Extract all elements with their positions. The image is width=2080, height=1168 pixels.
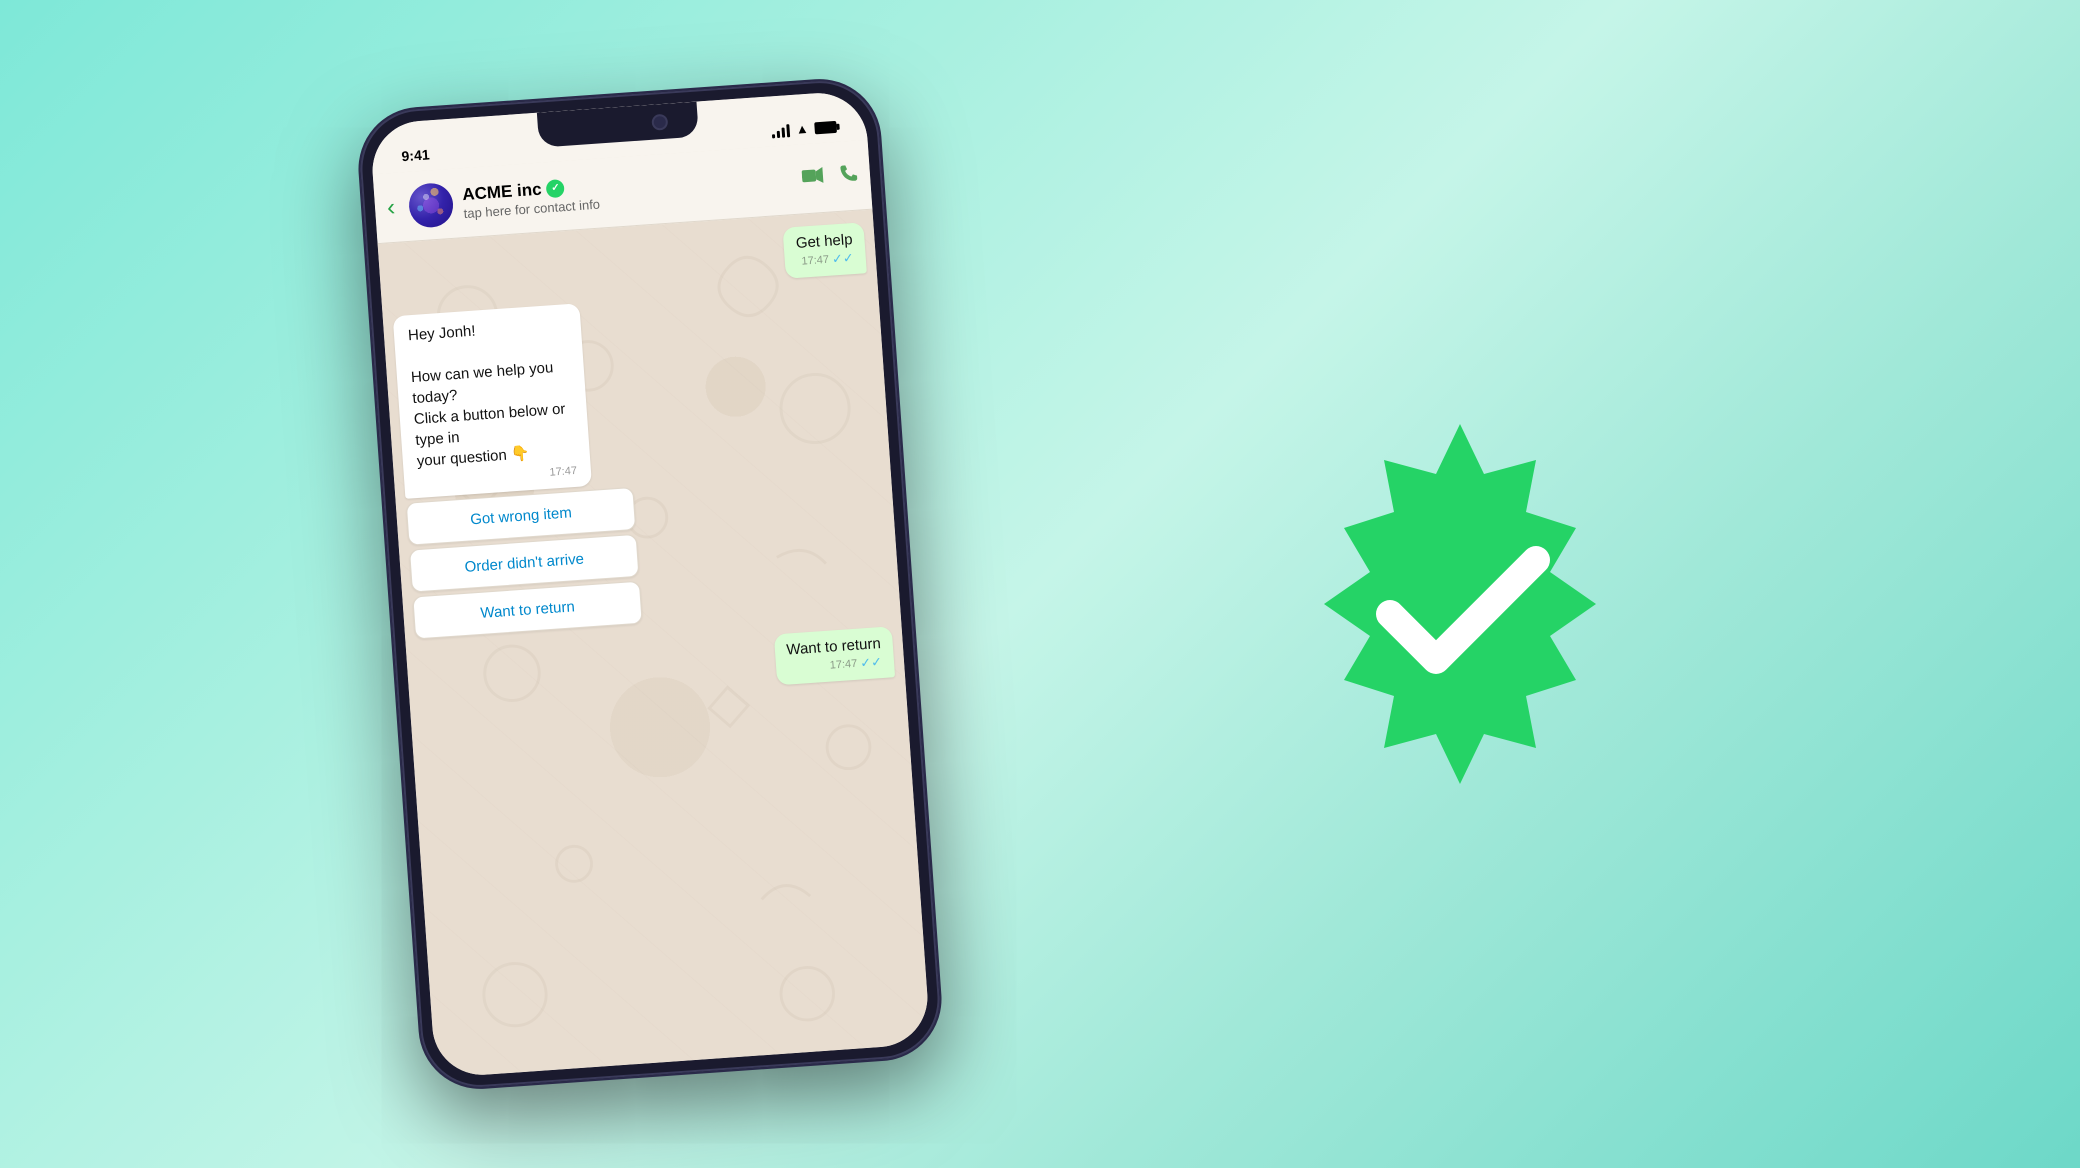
back-button[interactable]: ‹ [386, 193, 400, 222]
wifi-icon: ▲ [795, 121, 809, 137]
camera [651, 113, 668, 130]
message-time: 17:47 [801, 254, 829, 268]
contact-info[interactable]: ACME inc ✓ tap here for contact info [462, 162, 794, 221]
message-meta: 17:47 ✓✓ [797, 250, 855, 270]
scene: 9:41 ▲ ‹ [340, 84, 1740, 1084]
incoming-bubble: Hey Jonh! How can we help you today? Cli… [393, 303, 592, 499]
phone-screen: 9:41 ▲ ‹ [369, 90, 930, 1078]
message-want-to-return: Want to return 17:47 ✓✓ [417, 626, 895, 710]
outgoing-bubble: Get help 17:47 ✓✓ [783, 222, 867, 279]
avatar-image [408, 181, 455, 228]
verified-badge-small: ✓ [546, 179, 565, 198]
volume-button [365, 293, 373, 353]
signal-icon [771, 123, 790, 138]
phone-call-icon[interactable] [839, 163, 859, 188]
message-time-incoming: 17:47 [549, 465, 577, 479]
outgoing-bubble-last: Want to return 17:47 ✓✓ [773, 626, 895, 685]
chat-background: Get help 17:47 ✓✓ Hey Jonh! [378, 210, 931, 1079]
video-call-icon[interactable] [801, 166, 825, 190]
message-time-last: 17:47 [829, 658, 857, 672]
messages-container: Get help 17:47 ✓✓ Hey Jonh! [378, 210, 931, 1079]
battery-icon [814, 120, 837, 134]
header-actions [801, 163, 859, 191]
status-icons: ▲ [771, 118, 847, 138]
verified-badge-large [1260, 404, 1660, 804]
message-ticks-last: ✓✓ [860, 654, 883, 671]
message-text: Get help [795, 231, 853, 252]
phone-frame: 9:41 ▲ ‹ [356, 77, 943, 1091]
badge-svg [1260, 404, 1660, 804]
avatar [408, 181, 455, 228]
message-ticks: ✓✓ [831, 250, 854, 267]
power-button [889, 276, 899, 356]
message-text-incoming: Hey Jonh! How can we help you today? Cli… [407, 314, 576, 472]
message-hey-jonh: Hey Jonh! How can we help you today? Cli… [393, 283, 890, 639]
status-time: 9:41 [391, 146, 430, 165]
